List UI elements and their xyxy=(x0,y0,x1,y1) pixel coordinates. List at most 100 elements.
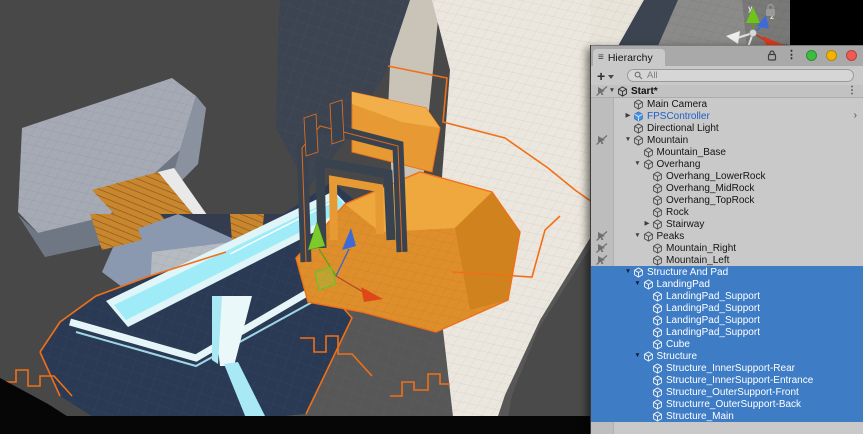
gameobject-name: Overhang_TopRock xyxy=(666,195,754,206)
prefab-chevron-icon[interactable]: › xyxy=(854,110,857,122)
expander-icon[interactable]: ▼ xyxy=(623,137,633,144)
gameobject-cube-icon xyxy=(652,291,663,302)
gameobject-cube-icon xyxy=(652,399,663,410)
unity-editor: y z x ≡ Hierarchy ⋮ xyxy=(0,0,863,434)
hierarchy-row[interactable]: Overhang_TopRock xyxy=(591,194,863,206)
hierarchy-row[interactable]: ▼ Peaks xyxy=(591,230,863,242)
scene-header-row[interactable]: ▼ Start* ⋮ xyxy=(591,85,863,98)
window-menu-icon[interactable]: ⋮ xyxy=(786,50,797,61)
expander-icon[interactable]: ▶ xyxy=(642,221,652,228)
expander-icon[interactable]: ▼ xyxy=(623,269,633,276)
gameobject-name: Directional Light xyxy=(647,123,719,134)
hierarchy-row[interactable]: Mountain_Right xyxy=(591,242,863,254)
gameobject-name: Rock xyxy=(666,207,689,218)
gameobject-cube-icon xyxy=(652,411,663,422)
gameobject-cube-icon xyxy=(643,159,654,170)
gameobject-name: Structure And Pad xyxy=(647,267,728,278)
gameobject-cube-icon xyxy=(652,363,663,374)
gameobject-name: Mountain_Left xyxy=(666,255,729,266)
create-object-button[interactable]: + xyxy=(597,69,614,83)
hierarchy-row[interactable]: Cube xyxy=(591,338,863,350)
window-button-yellow[interactable] xyxy=(826,50,837,61)
pick-disabled-icon[interactable] xyxy=(596,255,608,265)
expander-icon[interactable]: ▼ xyxy=(633,353,643,360)
gameobject-cube-icon xyxy=(652,315,663,326)
gameobject-cube-icon xyxy=(652,255,663,266)
gameobject-cube-icon xyxy=(652,219,663,230)
gameobject-name: Cube xyxy=(666,339,690,350)
search-icon xyxy=(634,71,643,80)
hierarchy-tabbar: ≡ Hierarchy ⋮ xyxy=(591,45,863,66)
gameobject-name: Overhang_MidRock xyxy=(666,183,754,194)
hierarchy-window: ≡ Hierarchy ⋮ + xyxy=(590,45,863,434)
hierarchy-row[interactable]: ▼ Structure xyxy=(591,350,863,362)
gameobject-cube-icon xyxy=(652,207,663,218)
hierarchy-row[interactable]: Structure_InnerSupport-Rear xyxy=(591,362,863,374)
hierarchy-row[interactable]: Rock xyxy=(591,206,863,218)
pick-disabled-icon[interactable] xyxy=(596,243,608,253)
gameobject-name: Overhang_LowerRock xyxy=(666,171,766,182)
hierarchy-row[interactable]: ▶ Stairway xyxy=(591,218,863,230)
scene-name: Start* xyxy=(631,86,658,97)
hierarchy-row[interactable]: LandingPad_Support xyxy=(591,302,863,314)
expander-icon[interactable]: ▼ xyxy=(633,281,643,288)
hierarchy-row[interactable]: Main Camera xyxy=(591,98,863,110)
hierarchy-row[interactable]: ▶ FPSController› xyxy=(591,110,863,122)
search-input[interactable]: All xyxy=(627,69,854,82)
gameobject-name: LandingPad_Support xyxy=(666,327,760,338)
hierarchy-row[interactable]: LandingPad_Support xyxy=(591,290,863,302)
tab-hierarchy[interactable]: ≡ Hierarchy xyxy=(593,49,665,66)
pick-disabled-icon[interactable] xyxy=(596,86,608,96)
gameobject-name: LandingPad_Support xyxy=(666,315,760,326)
scene-asset-icon xyxy=(617,86,628,97)
hierarchy-row[interactable]: Structurre_OuterSupport-Back xyxy=(591,398,863,410)
hierarchy-row[interactable]: Structure_Main xyxy=(591,410,863,422)
hierarchy-row[interactable]: ▼ Structure And Pad xyxy=(591,266,863,278)
pick-disabled-icon[interactable] xyxy=(596,231,608,241)
gameobject-name: Peaks xyxy=(657,231,685,242)
gameobject-cube-icon xyxy=(652,327,663,338)
gameobject-name: Mountain_Right xyxy=(666,243,736,254)
hierarchy-row[interactable]: Structure_InnerSupport-Entrance xyxy=(591,374,863,386)
dropdown-caret-icon xyxy=(608,75,614,79)
gameobject-name: Mountain_Base xyxy=(657,147,727,158)
search-placeholder: All xyxy=(647,70,658,81)
gameobject-cube-icon xyxy=(652,303,663,314)
hierarchy-row[interactable]: LandingPad_Support xyxy=(591,314,863,326)
expander-icon[interactable]: ▶ xyxy=(623,113,633,120)
lock-icon[interactable] xyxy=(767,50,777,61)
window-button-red[interactable] xyxy=(846,50,857,61)
gameobject-name: Structure xyxy=(657,351,698,362)
gameobject-cube-icon xyxy=(633,123,644,134)
expander-icon[interactable]: ▼ xyxy=(607,88,617,95)
hierarchy-row[interactable]: Structure_OuterSupport-Front xyxy=(591,386,863,398)
expander-icon[interactable]: ▼ xyxy=(633,233,643,240)
hierarchy-row[interactable]: LandingPad_Support xyxy=(591,326,863,338)
gameobject-cube-icon xyxy=(652,183,663,194)
gameobject-cube-icon xyxy=(633,135,644,146)
prefab-cube-icon xyxy=(633,111,644,122)
hierarchy-row[interactable]: ▼ Mountain xyxy=(591,134,863,146)
hierarchy-row[interactable]: Directional Light xyxy=(591,122,863,134)
gameobject-cube-icon xyxy=(652,387,663,398)
gameobject-cube-icon xyxy=(652,375,663,386)
hierarchy-row[interactable]: Overhang_MidRock xyxy=(591,182,863,194)
gameobject-cube-icon xyxy=(652,195,663,206)
hierarchy-row[interactable]: Overhang_LowerRock xyxy=(591,170,863,182)
gameobject-name: Stairway xyxy=(666,219,704,230)
gameobject-name: Structure_InnerSupport-Entrance xyxy=(666,375,813,386)
hierarchy-row[interactable]: Mountain_Base xyxy=(591,146,863,158)
gameobject-cube-icon xyxy=(643,147,654,158)
gameobject-name: Overhang xyxy=(657,159,701,170)
window-button-green[interactable] xyxy=(806,50,817,61)
hierarchy-row[interactable]: ▼ LandingPad xyxy=(591,278,863,290)
gameobject-name: Structure_OuterSupport-Front xyxy=(666,387,799,398)
hierarchy-row[interactable]: ▼ Overhang xyxy=(591,158,863,170)
pick-disabled-icon[interactable] xyxy=(596,135,608,145)
hierarchy-tree: ▼ Start* ⋮ Main Camera▶ FPSController› D… xyxy=(591,85,863,434)
plus-icon: + xyxy=(597,69,605,83)
hierarchy-row[interactable]: Mountain_Left xyxy=(591,254,863,266)
scene-menu-icon[interactable]: ⋮ xyxy=(847,85,857,97)
expander-icon[interactable]: ▼ xyxy=(633,161,643,168)
gameobject-name: LandingPad_Support xyxy=(666,303,760,314)
